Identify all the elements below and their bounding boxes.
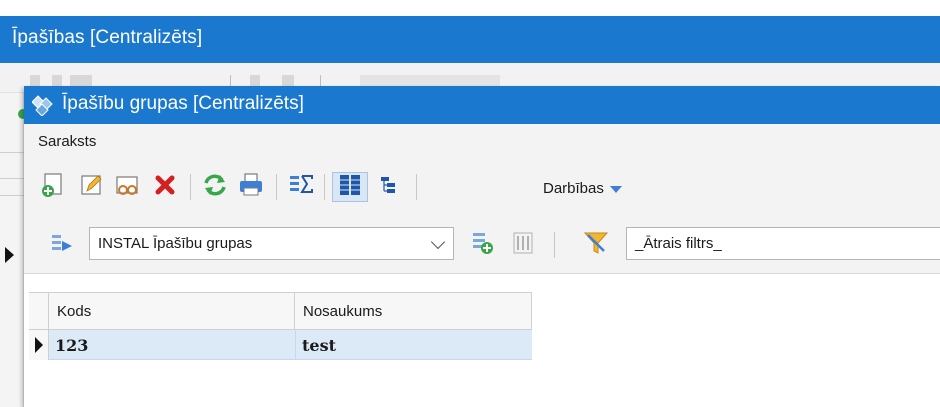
layout-select-value: INSTAL Īpašību grupas — [98, 235, 253, 252]
desktop-strip — [0, 0, 940, 16]
filter-separator — [554, 232, 555, 258]
totals-button[interactable] — [286, 172, 316, 202]
child-window-titlebar[interactable]: Īpašību grupas [Centralizēts] — [24, 86, 940, 124]
edit-icon — [77, 171, 105, 204]
quick-filter-value: _Ātrais filtrs_ — [635, 235, 722, 252]
funnel-icon[interactable] — [582, 229, 610, 262]
parent-divider — [0, 195, 24, 196]
chevron-down-icon — [430, 234, 446, 250]
toolbar-separator — [324, 174, 325, 200]
menu-bar: Saraksts — [24, 124, 940, 156]
quick-filter-input[interactable]: _Ātrais filtrs_ — [626, 227, 940, 260]
toolbar-separator — [190, 174, 191, 200]
add-icon — [39, 171, 67, 204]
delete-button[interactable] — [150, 172, 180, 202]
parent-window-title: Īpašības [Centralizēts] — [12, 27, 203, 48]
columns-button[interactable] — [335, 172, 365, 202]
row-indicator — [29, 330, 49, 360]
parent-row-indicator-icon — [5, 247, 14, 263]
delete-icon — [152, 172, 178, 203]
view-button[interactable] — [112, 172, 142, 202]
data-grid: Kods Nosaukums 123 test — [29, 292, 532, 360]
column-header-nosaukums[interactable]: Nosaukums — [295, 293, 532, 331]
layout-select-icon — [50, 232, 74, 261]
toolbar: Darbības — [24, 156, 940, 216]
child-window-title: Īpašību grupas [Centralizēts] — [62, 93, 304, 114]
actions-dropdown[interactable]: Darbības — [543, 180, 622, 197]
actions-label: Darbības — [543, 180, 604, 197]
add-button[interactable] — [38, 172, 68, 202]
layout-settings-icon[interactable] — [510, 230, 536, 261]
layout-select[interactable]: INSTAL Īpašību grupas — [89, 227, 454, 260]
column-header-kods[interactable]: Kods — [49, 293, 295, 331]
parent-divider — [0, 152, 24, 153]
print-button[interactable] — [236, 172, 266, 202]
layout-add-icon[interactable] — [470, 230, 496, 261]
cell-kods[interactable]: 123 — [49, 330, 295, 360]
refresh-button[interactable] — [200, 172, 230, 202]
columns-icon — [337, 172, 363, 203]
app-diamond-icon — [31, 94, 56, 121]
cell-nosaukums[interactable]: test — [295, 330, 532, 360]
parent-divider — [0, 178, 24, 179]
filter-row: INSTAL Īpašību grupas _Ātrais filtrs_ — [24, 216, 940, 274]
tree-icon — [376, 172, 402, 203]
view-icon — [113, 171, 141, 204]
print-icon — [237, 171, 265, 204]
toolbar-separator — [416, 174, 417, 200]
totals-icon — [287, 171, 315, 204]
table-row[interactable]: 123 test — [29, 330, 532, 360]
child-window: Īpašību grupas [Centralizēts] Saraksts D… — [24, 86, 940, 407]
edit-button[interactable] — [76, 172, 106, 202]
refresh-icon — [201, 171, 229, 204]
tree-button[interactable] — [374, 172, 404, 202]
grid-header-corner — [29, 293, 49, 331]
toolbar-separator — [276, 174, 277, 200]
chevron-down-icon — [609, 186, 622, 193]
menu-item-saraksts[interactable]: Saraksts — [38, 133, 96, 150]
grid-header: Kods Nosaukums — [29, 292, 532, 331]
row-pointer-icon — [35, 337, 43, 353]
